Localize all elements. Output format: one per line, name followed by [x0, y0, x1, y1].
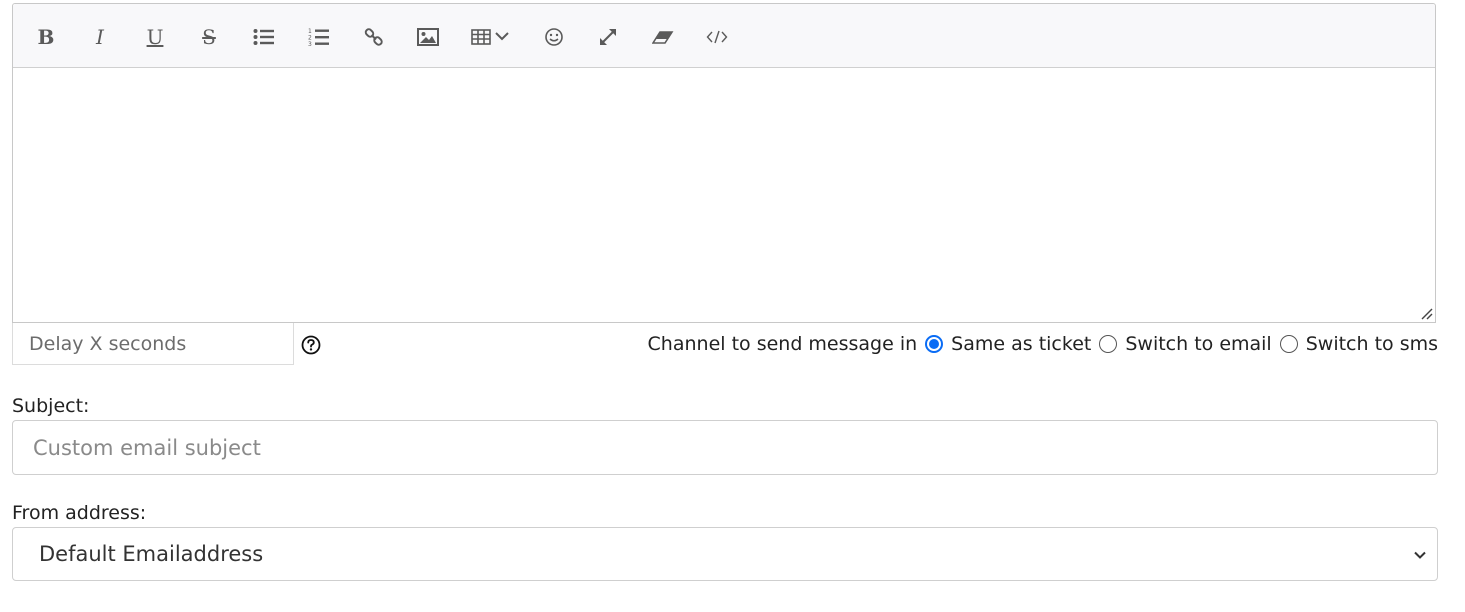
- strikethrough-button[interactable]: S: [191, 22, 227, 52]
- underline-button[interactable]: U: [137, 22, 173, 52]
- channel-selector: Channel to send message in Same as ticke…: [648, 330, 1438, 358]
- channel-option-label: Same as ticket: [951, 333, 1092, 355]
- emoji-button[interactable]: [536, 22, 572, 52]
- italic-button[interactable]: I: [82, 22, 118, 52]
- strikethrough-icon: S: [202, 25, 216, 49]
- chevron-down-icon: [1414, 551, 1426, 559]
- from-address-select[interactable]: Default Emailaddress: [12, 527, 1438, 581]
- rich-text-editor: B I U S 1 2 3: [12, 3, 1436, 323]
- bold-button[interactable]: B: [28, 22, 64, 52]
- editor-content-area[interactable]: [13, 68, 1435, 322]
- resize-handle-icon[interactable]: [1421, 308, 1433, 320]
- underline-icon: U: [146, 25, 164, 49]
- channel-option-same-as-ticket[interactable]: Same as ticket: [925, 333, 1091, 355]
- emoji-icon: [545, 28, 563, 46]
- channel-option-label: Switch to sms: [1305, 333, 1438, 355]
- numbered-list-icon: 1 2 3: [308, 28, 329, 47]
- image-icon: [417, 28, 439, 46]
- radio-button[interactable]: [1279, 335, 1298, 353]
- table-icon: [471, 29, 509, 45]
- channel-option-switch-to-email[interactable]: Switch to email: [1099, 333, 1272, 355]
- radio-button[interactable]: [1099, 335, 1118, 353]
- italic-icon: I: [96, 25, 104, 49]
- svg-text:3: 3: [308, 41, 312, 47]
- editor-toolbar: B I U S 1 2 3: [13, 4, 1435, 68]
- subject-input[interactable]: [12, 420, 1438, 475]
- expand-icon: [600, 29, 616, 45]
- bullet-list-button[interactable]: [246, 22, 282, 52]
- from-address-label: From address:: [12, 502, 147, 524]
- code-view-button[interactable]: [699, 22, 735, 52]
- channel-label: Channel to send message in: [647, 333, 918, 355]
- subject-label: Subject:: [12, 395, 90, 417]
- delay-seconds-input[interactable]: [12, 323, 294, 365]
- link-icon: [364, 28, 383, 46]
- channel-option-switch-to-sms[interactable]: Switch to sms: [1279, 333, 1438, 355]
- eraser-icon: [652, 31, 674, 44]
- clear-formatting-button[interactable]: [645, 22, 681, 52]
- bold-icon: B: [37, 25, 55, 49]
- bullet-list-icon: [253, 29, 274, 45]
- from-address-selected-value: Default Emailaddress: [39, 542, 264, 566]
- channel-option-label: Switch to email: [1125, 333, 1272, 355]
- radio-button[interactable]: [925, 335, 944, 353]
- table-dropdown-button[interactable]: [465, 22, 519, 52]
- page: B I U S 1 2 3 Delay X seconds Channel to…: [0, 0, 1465, 612]
- help-icon[interactable]: [301, 335, 321, 355]
- fullscreen-button[interactable]: [590, 22, 626, 52]
- code-icon: [706, 30, 728, 44]
- link-button[interactable]: [356, 22, 392, 52]
- numbered-list-button[interactable]: 1 2 3: [301, 22, 337, 52]
- image-button[interactable]: [410, 22, 446, 52]
